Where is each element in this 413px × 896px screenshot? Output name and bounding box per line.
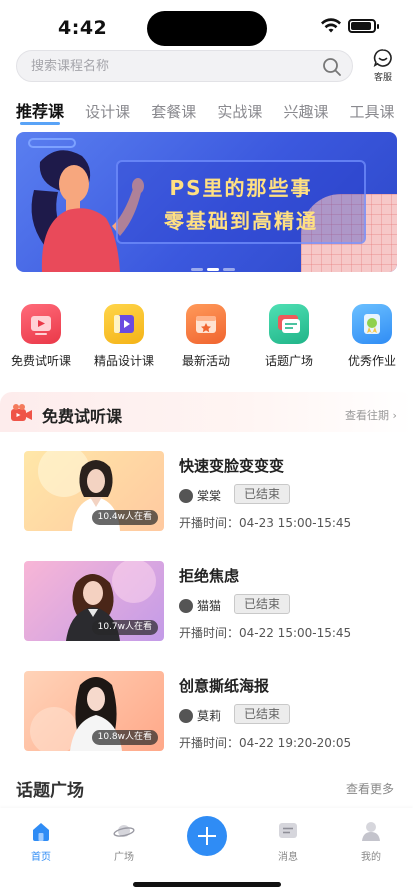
carousel-dot[interactable]: [223, 268, 235, 271]
customer-service-button[interactable]: 客服: [366, 48, 400, 86]
course-title: 快速变脸变变变: [179, 457, 285, 475]
star-calendar-icon: [186, 304, 226, 344]
dynamic-island: [147, 11, 267, 46]
teacher-name: 猫猫: [197, 599, 222, 613]
nav-messages[interactable]: 消息: [258, 820, 318, 863]
view-past-link[interactable]: 查看往期 ›: [345, 407, 397, 423]
search-bar[interactable]: [16, 50, 353, 82]
home-indicator: [133, 882, 281, 887]
customer-service-label: 客服: [373, 73, 392, 83]
course-title: 拒绝焦虑: [179, 567, 240, 585]
tab-design[interactable]: 设计课: [85, 101, 130, 122]
play-screen-icon: [21, 304, 61, 344]
search-icon[interactable]: [322, 57, 342, 77]
nav-profile[interactable]: 我的: [341, 820, 401, 863]
nav-label: 广场: [114, 852, 134, 863]
status-bar: 4:42: [0, 0, 413, 52]
planet-icon: [113, 825, 135, 837]
viewer-count: 10.4w人在看: [91, 510, 158, 525]
video-camera-icon: [11, 404, 32, 421]
carousel-dots: [191, 256, 239, 271]
customer-service-icon: [373, 49, 392, 68]
course-thumbnail: 10.8w人在看: [24, 671, 164, 751]
avatar: [179, 488, 193, 503]
teacher-name: 莫莉: [197, 709, 222, 723]
course-card[interactable]: 10.8w人在看 创意撕纸海报 莫莉 已结束 开播时间：04-22 19:20-…: [24, 671, 394, 753]
teacher-info: 莫莉: [179, 705, 221, 723]
course-card[interactable]: 10.4w人在看 快速变脸变变变 棠棠 已结束 开播时间：04-23 15:00…: [24, 451, 394, 533]
course-card[interactable]: 10.7w人在看 拒绝焦虑 猫猫 已结束 开播时间：04-22 15:00-15…: [24, 561, 394, 643]
quick-nav-label: 最新活动: [181, 354, 230, 368]
topic-square-title: 话题广场: [16, 781, 84, 801]
battery-icon: [348, 19, 379, 33]
quick-nav: 免费试听课 精品设计课 最新活动 话题广场 优秀作业: [0, 304, 413, 368]
viewer-count: 10.8w人在看: [91, 730, 158, 745]
category-tabs: 推荐课 设计课 套餐课 实战课 兴趣课 工具课: [16, 98, 413, 125]
medal-icon: [352, 304, 392, 344]
profile-icon: [362, 822, 380, 841]
chat-cards-icon: [269, 304, 309, 344]
add-button[interactable]: [187, 816, 227, 856]
teacher-info: 猫猫: [179, 595, 221, 613]
viewer-count: 10.7w人在看: [91, 620, 158, 635]
nav-label: 消息: [278, 852, 298, 863]
broadcast-time: 开播时间：04-22 15:00-15:45: [179, 626, 352, 640]
view-more-link[interactable]: 查看更多: [346, 780, 394, 797]
tab-tools[interactable]: 工具课: [350, 101, 395, 122]
quick-nav-latest-events[interactable]: 最新活动: [165, 304, 247, 369]
status-badge: 已结束: [234, 484, 290, 504]
avatar: [179, 598, 193, 613]
quick-nav-label: 精品设计课: [93, 354, 154, 368]
tab-recommended[interactable]: 推荐课: [16, 98, 64, 125]
search-input[interactable]: [31, 51, 321, 81]
quick-nav-label: 免费试听课: [10, 354, 71, 368]
course-thumbnail: 10.4w人在看: [24, 451, 164, 531]
teacher-name: 棠棠: [197, 489, 222, 503]
quick-nav-free-trial[interactable]: 免费试听课: [0, 304, 82, 369]
message-icon: [279, 823, 297, 838]
broadcast-time: 开播时间：04-23 15:00-15:45: [179, 516, 352, 530]
tab-practice[interactable]: 实战课: [217, 101, 262, 122]
status-badge: 已结束: [234, 594, 290, 614]
status-badge: 已结束: [234, 704, 290, 724]
course-title: 创意撕纸海报: [179, 677, 270, 695]
tab-package[interactable]: 套餐课: [151, 101, 196, 122]
promo-banner[interactable]: PS里的那些事 零基础到高精通: [16, 132, 397, 272]
status-time: 4:42: [58, 17, 108, 39]
bottom-nav: 首页 广场 消息 我的: [0, 808, 413, 896]
nav-square[interactable]: 广场: [94, 820, 154, 863]
tab-interest[interactable]: 兴趣课: [283, 101, 328, 122]
banner-title-line1: PS里的那些事: [169, 176, 313, 200]
quick-nav-excellent-homework[interactable]: 优秀作业: [331, 304, 413, 369]
banner-title-line2: 零基础到高精通: [164, 209, 318, 233]
free-trial-title: 免费试听课: [42, 407, 123, 426]
home-icon: [33, 823, 49, 841]
nav-label: 我的: [361, 852, 381, 863]
quick-nav-premium-design[interactable]: 精品设计课: [83, 304, 165, 369]
quick-nav-label: 话题广场: [264, 354, 313, 368]
quick-nav-label: 优秀作业: [347, 354, 396, 368]
nav-home[interactable]: 首页: [11, 820, 71, 863]
carousel-dot-active[interactable]: [207, 268, 219, 271]
nav-label: 首页: [31, 852, 51, 863]
video-book-icon: [104, 304, 144, 344]
broadcast-time: 开播时间：04-22 19:20-20:05: [179, 736, 352, 750]
course-thumbnail: 10.7w人在看: [24, 561, 164, 641]
avatar: [179, 708, 193, 723]
teacher-info: 棠棠: [179, 485, 221, 503]
wifi-icon: [321, 18, 341, 33]
carousel-dot[interactable]: [191, 268, 203, 271]
quick-nav-topic-square[interactable]: 话题广场: [248, 304, 330, 369]
